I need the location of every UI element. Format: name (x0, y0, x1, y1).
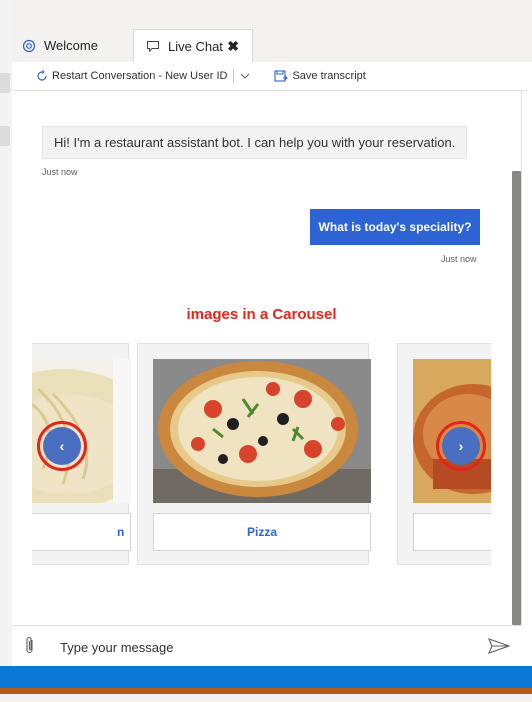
send-icon[interactable] (488, 638, 511, 659)
globe-icon (22, 39, 36, 53)
message-timestamp: Just now (441, 254, 477, 264)
card-image-pizza (153, 359, 371, 503)
annotation-label: images in a Carousel (186, 306, 337, 323)
tab-label: Live Chat (168, 38, 223, 54)
attachment-icon[interactable] (24, 636, 36, 661)
restart-conversation-button[interactable]: Restart Conversation - New User ID (36, 70, 227, 82)
message-composer (12, 625, 522, 667)
chevron-down-icon[interactable] (240, 71, 250, 82)
image-carousel[interactable]: n Pizza ‹ › (32, 343, 491, 569)
chat-icon (146, 39, 160, 53)
chat-transcript[interactable]: Hi! I'm a restaurant assistant bot. I ca… (12, 91, 511, 625)
card-button[interactable] (413, 513, 491, 551)
close-icon[interactable]: ✖ (227, 38, 239, 55)
restart-label: Restart Conversation - New User ID (52, 70, 228, 82)
refresh-icon (37, 70, 47, 81)
card-button[interactable]: n (32, 513, 131, 551)
annotation-ring (436, 421, 486, 471)
carousel-card: Pizza (137, 343, 371, 565)
tab-welcome[interactable]: Welcome (12, 29, 132, 62)
tab-live-chat[interactable]: Live Chat ✖ (133, 29, 253, 62)
tab-label: Welcome (44, 38, 98, 53)
tab-bar: Welcome Live Chat ✖ (12, 0, 532, 62)
message-input[interactable] (60, 637, 460, 657)
bot-message: Hi! I'm a restaurant assistant bot. I ca… (42, 126, 468, 159)
card-button[interactable]: Pizza (153, 513, 371, 551)
save-icon (274, 69, 289, 82)
save-transcript-button[interactable]: Save transcript (274, 69, 366, 83)
left-strip-marker (0, 73, 10, 93)
left-strip-marker (0, 126, 10, 146)
annotation-ring (37, 421, 87, 471)
chat-scrollbar[interactable] (512, 91, 521, 625)
page-left-strip (0, 0, 12, 666)
taskbar-bottom-strip (0, 694, 532, 702)
message-timestamp: Just now (42, 167, 78, 177)
toolbar-divider (233, 69, 235, 83)
toolbar: Restart Conversation - New User ID Save … (12, 62, 527, 91)
taskbar (0, 666, 532, 688)
user-message: What is today's speciality? (310, 209, 480, 245)
scrollbar-thumb[interactable] (512, 171, 521, 625)
save-label: Save transcript (292, 70, 366, 82)
panel-divider (521, 91, 522, 666)
